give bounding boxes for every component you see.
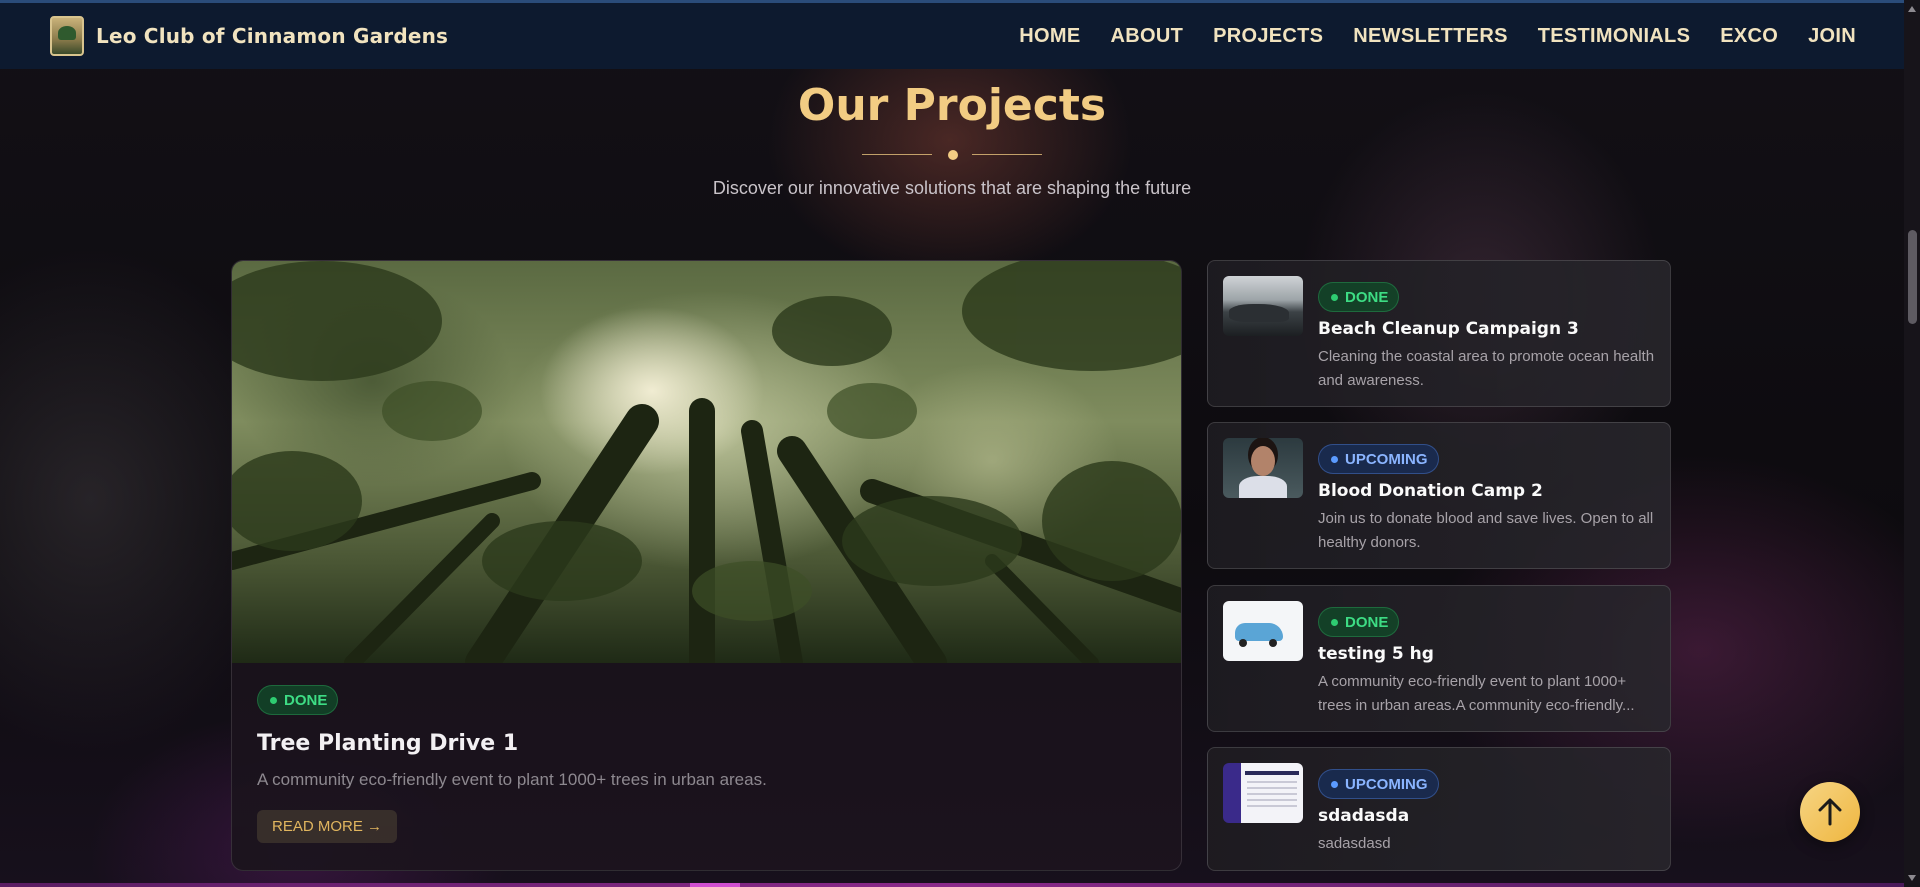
scroll-up-icon[interactable] — [1908, 6, 1916, 12]
project-description: Cleaning the coastal area to promote oce… — [1318, 348, 1655, 389]
read-more-button[interactable]: READ MORE → — [257, 810, 398, 843]
status-badge: DONE — [1318, 607, 1400, 637]
spreadsheet-thumbnail — [1223, 763, 1303, 823]
nav-newsletters[interactable]: NEWSLETTERS — [1353, 25, 1507, 48]
top-accent-line — [0, 0, 1920, 3]
status-dot-icon — [1331, 780, 1338, 788]
status-label: UPCOMING — [1345, 450, 1428, 468]
scrollbar-thumb[interactable] — [1908, 230, 1917, 324]
project-title[interactable]: Beach Cleanup Campaign 3 — [1318, 319, 1656, 339]
page-scrollbar[interactable] — [1904, 0, 1920, 887]
nav-exco[interactable]: EXCO — [1720, 25, 1778, 48]
status-badge: UPCOMING — [1318, 769, 1439, 799]
status-dot-icon — [270, 696, 277, 704]
status-label: DONE — [1345, 613, 1389, 631]
beach-rocks-thumbnail — [1223, 276, 1303, 336]
project-description: sadasdasd — [1318, 835, 1391, 852]
arrow-up-icon — [1818, 798, 1842, 826]
project-description: Join us to donate blood and save lives. … — [1318, 510, 1654, 551]
status-label: DONE — [284, 691, 328, 709]
project-title[interactable]: Blood Donation Camp 2 — [1318, 481, 1656, 501]
project-card[interactable]: DONE Beach Cleanup Campaign 3 Cleaning t… — [1207, 260, 1671, 407]
brand-name: Leo Club of Cinnamon Gardens — [96, 24, 449, 48]
nav-testimonials[interactable]: TESTIMONIALS — [1538, 25, 1691, 48]
nav-projects[interactable]: PROJECTS — [1213, 25, 1323, 48]
status-dot-icon — [1331, 293, 1338, 301]
project-card[interactable]: UPCOMING sdadasda sadasdasd — [1207, 747, 1671, 871]
person-portrait-thumbnail — [1223, 438, 1303, 498]
title-divider — [862, 148, 1042, 162]
nav-links: HOME ABOUT PROJECTS NEWSLETTERS TESTIMON… — [1019, 25, 1856, 48]
brand[interactable]: Leo Club of Cinnamon Gardens — [50, 16, 448, 56]
status-badge: DONE — [257, 685, 339, 715]
project-card[interactable]: DONE testing 5 hg A community eco-friend… — [1207, 585, 1671, 732]
nav-about[interactable]: ABOUT — [1110, 25, 1183, 48]
section-title: Our Projects — [797, 80, 1107, 131]
featured-project-body: DONE Tree Planting Drive 1 A community e… — [257, 685, 1156, 843]
project-title[interactable]: testing 5 hg — [1318, 644, 1656, 664]
scroll-down-icon[interactable] — [1908, 875, 1916, 881]
project-card[interactable]: UPCOMING Blood Donation Camp 2 Join us t… — [1207, 422, 1671, 569]
project-description: A community eco-friendly event to plant … — [1318, 673, 1635, 714]
featured-project-description: A community eco-friendly event to plant … — [257, 770, 767, 789]
status-label: UPCOMING — [1345, 775, 1428, 793]
forest-canopy-image — [232, 261, 1181, 663]
status-badge: UPCOMING — [1318, 444, 1439, 474]
status-dot-icon — [1331, 455, 1338, 463]
status-dot-icon — [1331, 618, 1338, 626]
featured-project-card[interactable]: DONE Tree Planting Drive 1 A community e… — [231, 260, 1182, 871]
back-to-top-button[interactable] — [1800, 782, 1860, 842]
status-badge: DONE — [1318, 282, 1400, 312]
club-logo-icon — [50, 16, 84, 56]
nav-home[interactable]: HOME — [1019, 25, 1080, 48]
navbar: Leo Club of Cinnamon Gardens HOME ABOUT … — [0, 3, 1904, 69]
car-drawing-thumbnail — [1223, 601, 1303, 661]
project-title[interactable]: sdadasda — [1318, 806, 1656, 826]
bottom-accent-line — [0, 883, 1904, 887]
nav-join[interactable]: JOIN — [1808, 25, 1856, 48]
featured-project-title[interactable]: Tree Planting Drive 1 — [257, 731, 1156, 756]
section-subtitle: Discover our innovative solutions that a… — [712, 178, 1192, 198]
status-label: DONE — [1345, 288, 1389, 306]
